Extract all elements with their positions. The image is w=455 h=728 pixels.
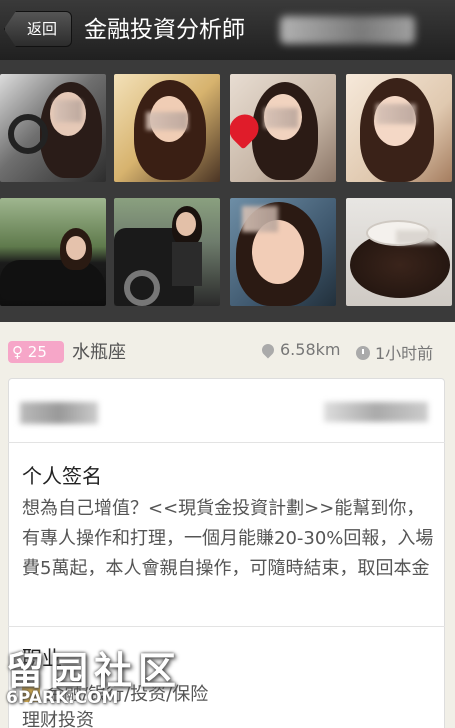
title-redacted-mask (280, 16, 415, 44)
photo-2[interactable] (114, 74, 220, 182)
last-active: 1小时前 (356, 340, 433, 364)
distance-value: 6.58km (280, 340, 341, 359)
signature-text: 想為自己增值？<<現貨金投資計劃>>能幫到你，有專人操作和打理，一個月能賺20-… (22, 498, 434, 579)
clock-icon (356, 346, 370, 360)
divider (8, 626, 445, 627)
location-pin-icon (259, 341, 277, 359)
photo-7[interactable] (230, 198, 336, 306)
photo-1[interactable] (0, 74, 106, 182)
photo-3[interactable] (230, 74, 336, 182)
zodiac-label: 水瓶座 (72, 342, 126, 363)
photo-8[interactable] (346, 198, 452, 306)
page-title: 金融投資分析師 (84, 17, 245, 43)
gender-age-badge: ♀ 25 (8, 341, 64, 363)
age-value: 25 (27, 343, 47, 361)
photo-5[interactable] (0, 198, 106, 306)
top-bar: 返回 金融投資分析師 (0, 0, 455, 60)
signature-heading: 个人签名 (22, 464, 102, 488)
female-icon: ♀ (12, 343, 23, 361)
redacted-field-right (324, 402, 428, 422)
watermark-text: 留园社区 (6, 649, 183, 693)
watermark-site: 6PARK.COM (6, 688, 119, 708)
distance: 6.58km (259, 340, 341, 359)
photo-6[interactable] (114, 198, 220, 306)
job-subcategory: 理财投资 (22, 710, 94, 728)
redacted-field-left (20, 402, 98, 424)
back-button[interactable]: 返回 (4, 11, 72, 47)
last-active-value: 1小时前 (375, 344, 434, 363)
photo-4[interactable] (346, 74, 452, 182)
divider (8, 442, 445, 443)
photo-gallery (0, 60, 455, 322)
